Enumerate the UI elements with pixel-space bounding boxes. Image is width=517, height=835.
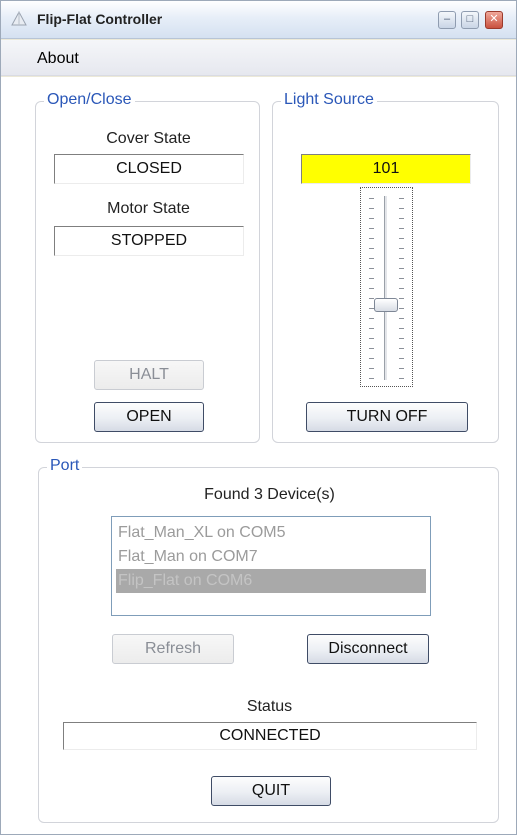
slider-tick (369, 318, 374, 319)
slider-tick (399, 358, 404, 359)
slider-tick (399, 318, 404, 319)
slider-tick (399, 228, 404, 229)
menu-bar: About (1, 40, 516, 76)
slider-tick (369, 198, 374, 199)
client-area: Open/Close Cover State CLOSED Motor Stat… (1, 77, 516, 834)
slider-tick (399, 378, 404, 379)
slider-tick (399, 248, 404, 249)
slider-tick (399, 308, 404, 309)
slider-tick (399, 328, 404, 329)
open-button[interactable]: OPEN (94, 402, 204, 432)
slider-tick (399, 218, 404, 219)
slider-tick (399, 368, 404, 369)
disconnect-button[interactable]: Disconnect (307, 634, 429, 664)
slider-tick (399, 198, 404, 199)
cover-state-field: CLOSED (54, 154, 244, 184)
app-icon (11, 10, 27, 26)
title-bar[interactable]: Flip-Flat Controller – □ ✕ (1, 1, 516, 39)
slider-tick (369, 288, 374, 289)
quit-button[interactable]: QUIT (211, 776, 331, 806)
turn-off-button[interactable]: TURN OFF (306, 402, 468, 432)
list-item[interactable]: Flat_Man_XL on COM5 (116, 521, 426, 545)
cover-state-label: Cover State (106, 130, 191, 147)
maximize-icon[interactable]: □ (461, 11, 479, 29)
slider-tick (369, 358, 374, 359)
open-close-title: Open/Close (44, 91, 135, 109)
slider-tick (369, 268, 374, 269)
menu-about[interactable]: About (37, 50, 79, 68)
slider-tick (369, 338, 374, 339)
list-item[interactable]: Flip_Flat on COM6 (116, 569, 426, 593)
slider-tick (369, 378, 374, 379)
status-field: CONNECTED (63, 722, 477, 750)
slider-tick (399, 268, 404, 269)
slider-ticks-right (399, 198, 404, 379)
window-title: Flip-Flat Controller (37, 11, 163, 27)
brightness-slider[interactable] (360, 187, 413, 387)
port-title: Port (47, 457, 83, 475)
slider-tick (369, 368, 374, 369)
device-list[interactable]: Flat_Man_XL on COM5 Flat_Man on COM7 Fli… (111, 516, 431, 616)
slider-tick (399, 208, 404, 209)
slider-track (384, 196, 388, 380)
slider-ticks-left (369, 198, 374, 379)
slider-tick (399, 348, 404, 349)
brightness-value-field[interactable]: 101 (301, 154, 471, 184)
motor-state-field: STOPPED (54, 226, 244, 256)
slider-tick (369, 218, 374, 219)
app-window: Flip-Flat Controller – □ ✕ About Open/Cl… (0, 0, 517, 835)
slider-tick (399, 278, 404, 279)
slider-tick (369, 208, 374, 209)
found-devices-label: Found 3 Device(s) (204, 486, 335, 503)
slider-tick (369, 228, 374, 229)
slider-tick (399, 238, 404, 239)
minimize-icon[interactable]: – (438, 11, 456, 29)
slider-tick (369, 248, 374, 249)
slider-tick (369, 258, 374, 259)
slider-tick (399, 298, 404, 299)
slider-tick (369, 238, 374, 239)
port-group: Port Found 3 Device(s) Flat_Man_XL on CO… (38, 457, 499, 823)
slider-tick (369, 278, 374, 279)
light-source-title: Light Source (281, 91, 377, 109)
light-source-group: Light Source 101 TURN OFF (272, 91, 499, 443)
open-close-group: Open/Close Cover State CLOSED Motor Stat… (35, 91, 260, 443)
slider-tick (399, 258, 404, 259)
slider-tick (399, 288, 404, 289)
halt-button[interactable]: HALT (94, 360, 204, 390)
status-label: Status (246, 698, 293, 715)
motor-state-label: Motor State (107, 200, 190, 217)
slider-tick (399, 338, 404, 339)
close-icon[interactable]: ✕ (485, 11, 503, 29)
slider-tick (369, 328, 374, 329)
slider-thumb[interactable] (374, 298, 398, 312)
refresh-button[interactable]: Refresh (112, 634, 234, 664)
list-item[interactable]: Flat_Man on COM7 (116, 545, 426, 569)
slider-tick (369, 348, 374, 349)
